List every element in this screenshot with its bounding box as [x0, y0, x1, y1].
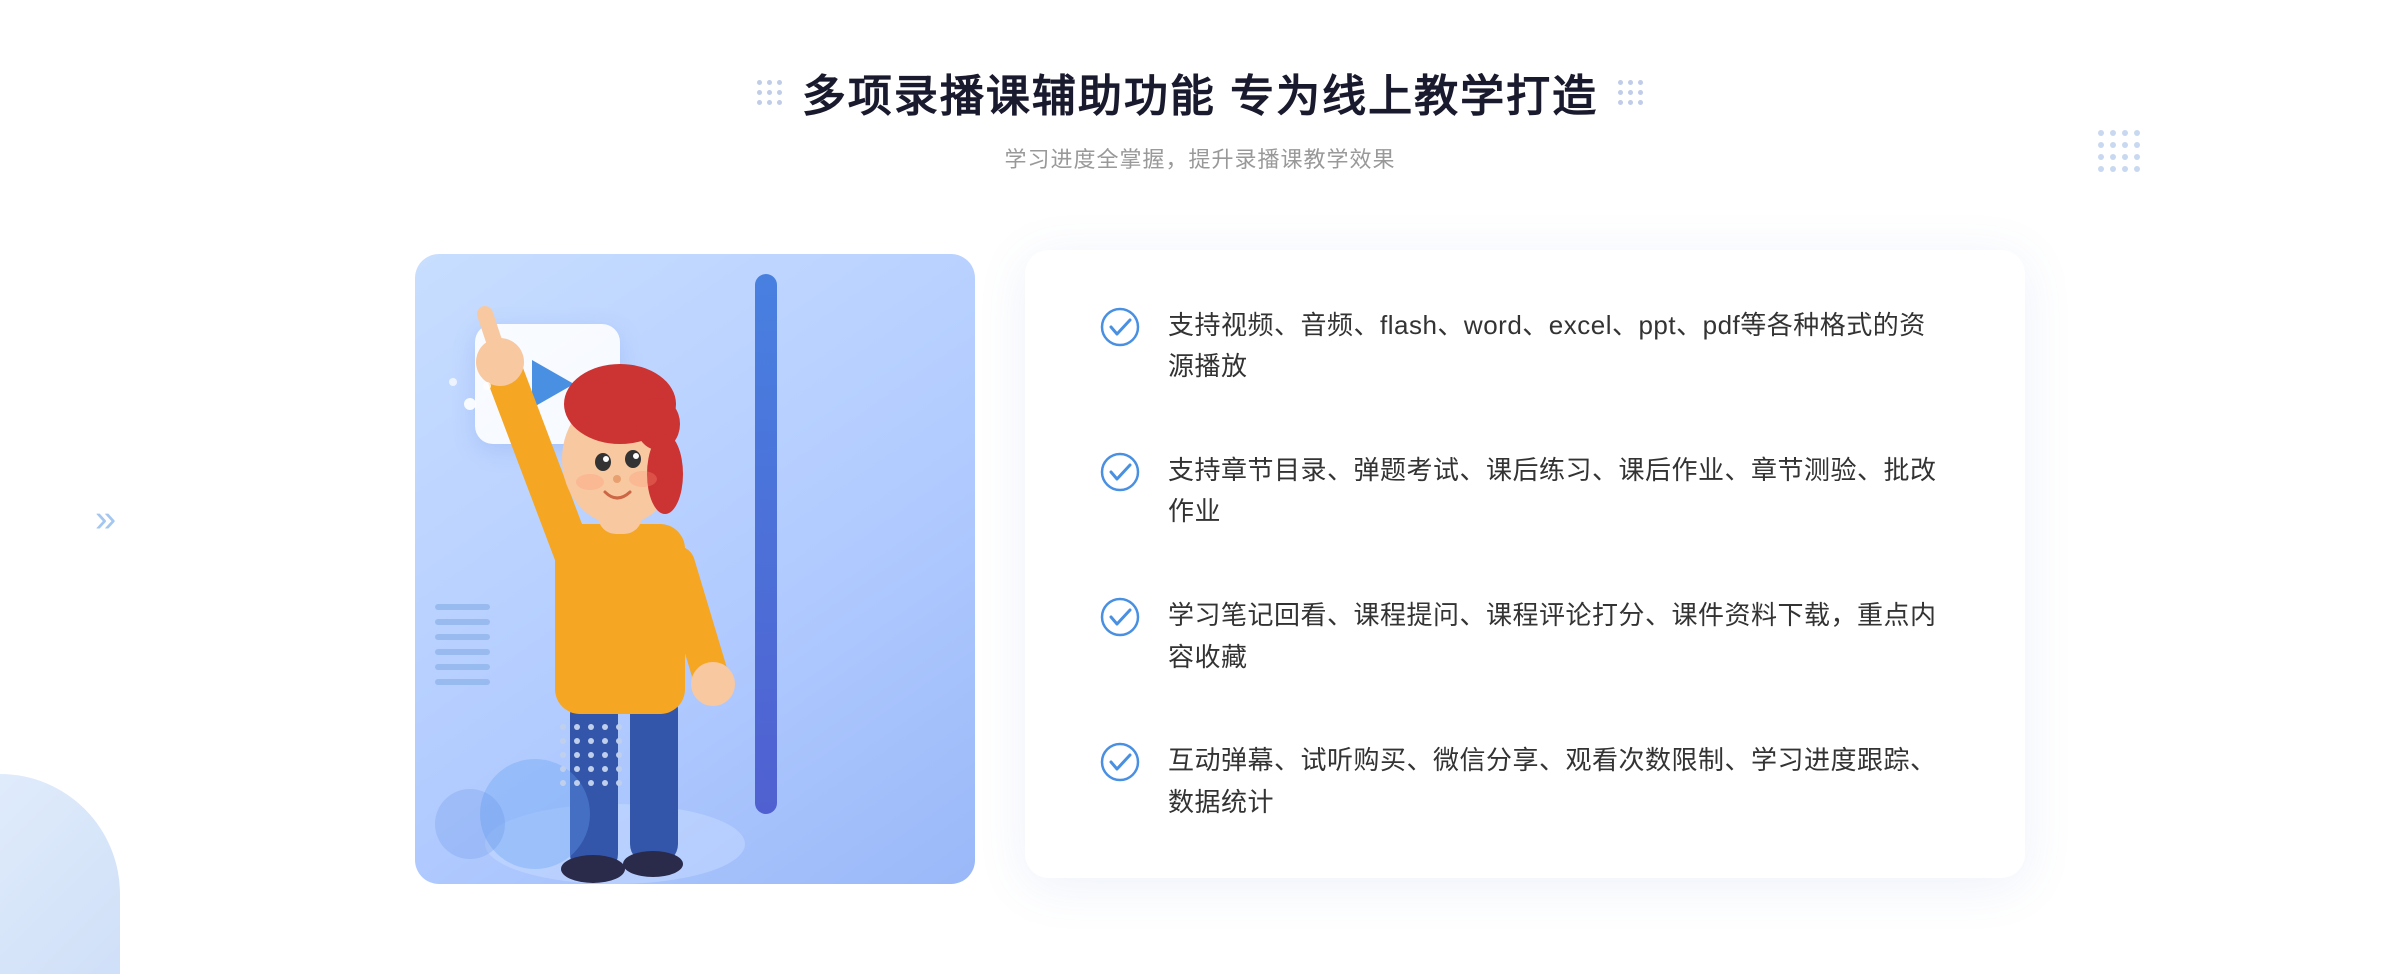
feature-item-3: 学习笔记回看、课程提问、课程评论打分、课件资料下载，重点内容收藏 — [1100, 595, 1950, 678]
feature-item-1: 支持视频、音频、flash、word、excel、ppt、pdf等各种格式的资源… — [1100, 305, 1950, 388]
illustration-area — [375, 214, 1055, 914]
bottom-left-deco — [0, 774, 120, 974]
feature-text-1: 支持视频、音频、flash、word、excel、ppt、pdf等各种格式的资源… — [1168, 305, 1950, 388]
title-left-dots — [757, 80, 782, 105]
title-row: 多项录播课辅助功能 专为线上教学打造 — [757, 60, 1643, 124]
check-icon-1 — [1100, 307, 1140, 347]
main-title: 多项录播课辅助功能 专为线上教学打造 — [802, 60, 1598, 124]
page-container: 多项录播课辅助功能 专为线上教学打造 学习进度全掌握，提升录播课教学效果 » — [0, 0, 2400, 974]
feature-text-4: 互动弹幕、试听购买、微信分享、观看次数限制、学习进度跟踪、数据统计 — [1168, 740, 1950, 823]
upper-right-dots — [2098, 130, 2140, 178]
feature-item-2: 支持章节目录、弹题考试、课后练习、课后作业、章节测验、批改作业 — [1100, 450, 1950, 533]
left-chevron-arrows: » — [95, 500, 116, 538]
feature-text-3: 学习笔记回看、课程提问、课程评论打分、课件资料下载，重点内容收藏 — [1168, 595, 1950, 678]
feature-item-4: 互动弹幕、试听购买、微信分享、观看次数限制、学习进度跟踪、数据统计 — [1100, 740, 1950, 823]
title-right-dots — [1618, 80, 1643, 105]
check-icon-4 — [1100, 742, 1140, 782]
subtitle: 学习进度全掌握，提升录播课教学效果 — [757, 142, 1643, 174]
feature-text-2: 支持章节目录、弹题考试、课后练习、课后作业、章节测验、批改作业 — [1168, 450, 1950, 533]
person-illustration — [415, 294, 775, 914]
check-icon-3 — [1100, 597, 1140, 637]
features-card: 支持视频、音频、flash、word、excel、ppt、pdf等各种格式的资源… — [1025, 250, 2025, 879]
check-icon-2 — [1100, 452, 1140, 492]
illus-dot-grid — [560, 724, 622, 794]
main-content-wrapper: 支持视频、音频、flash、word、excel、ppt、pdf等各种格式的资源… — [375, 214, 2025, 914]
header-section: 多项录播课辅助功能 专为线上教学打造 学习进度全掌握，提升录播课教学效果 — [757, 60, 1643, 174]
